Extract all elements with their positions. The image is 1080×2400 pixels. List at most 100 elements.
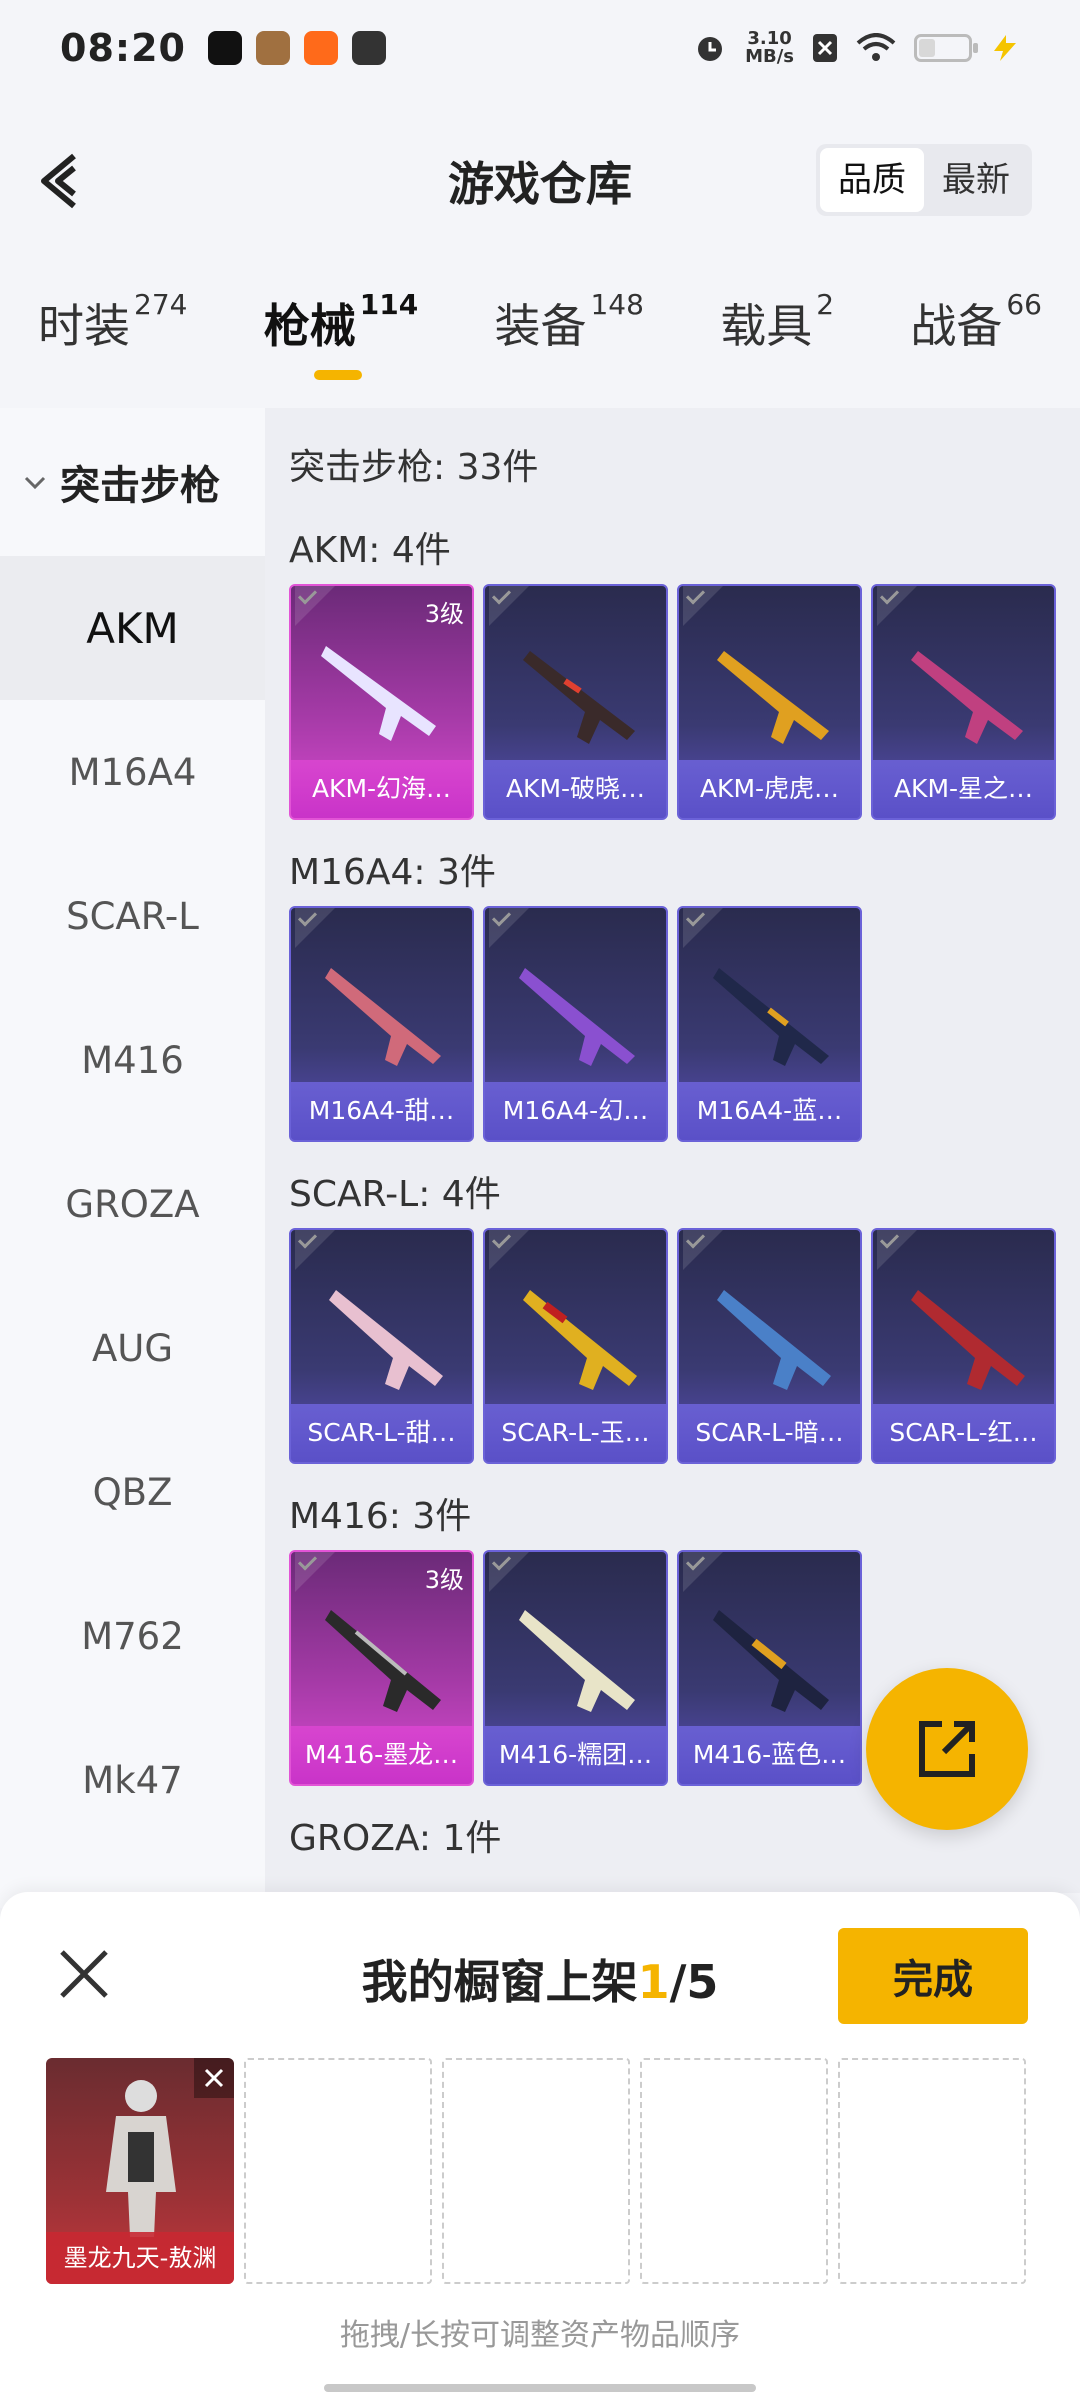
header: 游戏仓库 品质 最新: [0, 96, 1080, 266]
showcase-title-text: 我的橱窗上架: [361, 1955, 638, 2009]
showcase-slots: 墨龙九天-敖渊: [46, 2058, 1026, 2284]
battery-icon: [914, 34, 978, 62]
grid-m16a4: M16A4-甜… M16A4-幻… M16A4-蓝…: [289, 906, 1080, 1142]
rifle-icon: [717, 1290, 831, 1390]
rifle-icon: [713, 1610, 829, 1712]
done-button[interactable]: 完成: [838, 1928, 1028, 2024]
weapon-card[interactable]: SCAR-L-甜…: [289, 1228, 474, 1464]
rifle-icon: [519, 968, 635, 1066]
group-title-m416: M416: 3件: [289, 1496, 472, 1537]
showcase-current-count: 1: [637, 1955, 670, 2009]
weapon-card[interactable]: AKM-破晓…: [483, 584, 668, 820]
showcase-slot-empty[interactable]: [442, 2058, 630, 2284]
weapon-name: SCAR-L-暗…: [679, 1404, 860, 1462]
showcase-slot[interactable]: 墨龙九天-敖渊: [46, 2058, 234, 2284]
tab-label: 时装: [38, 299, 130, 353]
weapon-card[interactable]: M416-糯团…: [483, 1550, 668, 1786]
tab-count: 274: [134, 288, 188, 321]
mail-app-icon: [351, 31, 386, 65]
weapon-name: M416-蓝色…: [679, 1726, 860, 1784]
tab-equipment[interactable]: 装备 148: [494, 288, 644, 400]
weapon-card[interactable]: 3级 AKM-幻海…: [289, 584, 474, 820]
tab-fashion[interactable]: 时装 274: [38, 288, 188, 400]
sidebar-item-m762[interactable]: M762: [0, 1564, 265, 1708]
sidebar-group-label: 突击步枪: [60, 463, 220, 509]
game-app-icon: [255, 31, 290, 65]
tab-label: 装备: [494, 299, 587, 353]
rifle-icon: [329, 1290, 443, 1390]
tab-count: 66: [1006, 288, 1042, 321]
showcase-item-name: 墨龙九天-敖渊: [46, 2232, 234, 2284]
clock: 08:20: [60, 26, 186, 70]
tab-vehicles[interactable]: 载具 2: [720, 288, 835, 400]
sort-newest-button[interactable]: 最新: [924, 148, 1028, 212]
weapon-name: M16A4-蓝…: [679, 1082, 860, 1140]
rifle-icon: [911, 1290, 1025, 1390]
reorder-hint: 拖拽/长按可调整资产物品顺序: [339, 2318, 741, 2353]
weapon-card[interactable]: SCAR-L-红…: [871, 1228, 1056, 1464]
weapon-card[interactable]: SCAR-L-玉…: [483, 1228, 668, 1464]
rifle-icon: [519, 1610, 635, 1712]
alarm-icon: [698, 37, 723, 61]
showcase-total-count: /5: [669, 1955, 719, 2009]
showcase-slot-empty[interactable]: [838, 2058, 1026, 2284]
weapon-card[interactable]: SCAR-L-暗…: [677, 1228, 862, 1464]
rifle-icon: [321, 646, 436, 741]
tab-count: 148: [590, 288, 644, 321]
tab-label: 载具: [720, 299, 813, 353]
character-outfit-icon: [106, 2080, 176, 2237]
weapon-card[interactable]: M16A4-甜…: [289, 906, 474, 1142]
showcase-sheet: 我的橱窗上架1/5 完成 墨龙九天-敖渊 拖拽/长按可调整资产物品顺序: [0, 1892, 1080, 2400]
weapon-card[interactable]: AKM-虎虎…: [677, 584, 862, 820]
group-title-scar-l: SCAR-L: 4件: [289, 1174, 501, 1215]
weapon-name: AKM-虎虎…: [679, 760, 860, 818]
weapon-name: AKM-破晓…: [485, 760, 666, 818]
rifle-icon: [713, 968, 829, 1066]
sidebar-item-m416[interactable]: M416: [0, 988, 265, 1132]
weapon-card[interactable]: M416-蓝色…: [677, 1550, 862, 1786]
speed-unit: MB/s: [745, 46, 794, 67]
weapon-card[interactable]: M16A4-幻…: [483, 906, 668, 1142]
sidebar-group-assault-rifles[interactable]: 突击步枪: [0, 408, 265, 556]
sidebar-item-m16a4[interactable]: M16A4: [0, 700, 265, 844]
sidebar-item-groza[interactable]: GROZA: [0, 1132, 265, 1276]
rifle-icon: [717, 651, 829, 744]
showcase-slot-empty[interactable]: [244, 2058, 432, 2284]
weapon-name: SCAR-L-玉…: [485, 1404, 666, 1462]
weapon-name: M16A4-甜…: [291, 1082, 472, 1140]
weapon-card[interactable]: AKM-星之…: [871, 584, 1056, 820]
tab-supplies[interactable]: 战备 66: [910, 288, 1042, 400]
weapon-sidebar: 突击步枪 AKM M16A4 SCAR-L M416 GROZA AUG QBZ…: [0, 408, 265, 1908]
sort-quality-button[interactable]: 品质: [820, 148, 924, 212]
sidebar-item-akm[interactable]: AKM: [0, 556, 265, 700]
share-button[interactable]: [866, 1668, 1028, 1830]
tab-count: 2: [816, 288, 835, 321]
sim-off-icon: [813, 34, 837, 62]
remove-item-button[interactable]: [194, 2058, 234, 2098]
grid-scar-l: SCAR-L-甜… SCAR-L-玉… SCAR-L-暗… SCAR-L-红…: [289, 1228, 1080, 1464]
weapon-card[interactable]: M16A4-蓝…: [677, 906, 862, 1142]
weapon-name: M16A4-幻…: [485, 1082, 666, 1140]
tab-guns[interactable]: 枪械 114: [263, 288, 418, 400]
sidebar-item-aug[interactable]: AUG: [0, 1276, 265, 1420]
rifle-icon: [325, 1610, 441, 1712]
chevron-down-icon: [24, 476, 46, 490]
close-icon: [204, 2068, 224, 2088]
category-total: 突击步枪: 33件: [289, 447, 539, 488]
weapon-name: M416-墨龙…: [291, 1726, 472, 1784]
shopping-app-icon: [303, 31, 338, 65]
showcase-slot-empty[interactable]: [640, 2058, 828, 2284]
group-title-akm: AKM: 4件: [289, 530, 451, 571]
sidebar-item-mk47[interactable]: Mk47: [0, 1708, 265, 1852]
status-bar: 08:20 3.10 MB/s: [0, 0, 1080, 96]
category-tabs: 时装 274 枪械 114 装备 148 载具 2 战备 66: [0, 288, 1080, 400]
rifle-icon: [911, 651, 1023, 744]
sidebar-item-scar-l[interactable]: SCAR-L: [0, 844, 265, 988]
tab-label: 枪械: [263, 299, 356, 353]
weapon-name: SCAR-L-甜…: [291, 1404, 472, 1462]
weapon-card[interactable]: 3级 M416-墨龙…: [289, 1550, 474, 1786]
sidebar-item-qbz[interactable]: QBZ: [0, 1420, 265, 1564]
home-indicator[interactable]: [324, 2384, 756, 2392]
weapon-name: M416-糯团…: [485, 1726, 666, 1784]
sort-toggle: 品质 最新: [816, 144, 1032, 216]
